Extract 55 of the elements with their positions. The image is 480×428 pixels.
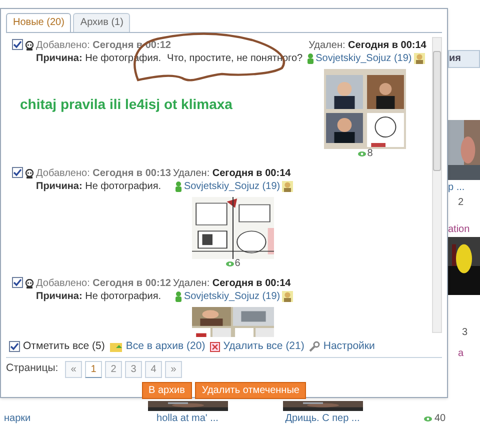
scrollbar[interactable] [432,37,442,333]
user-link[interactable]: ation [448,222,480,237]
avatar-icon [282,291,294,302]
folder-icon [110,342,123,352]
tab[interactable]: Новые (20) [6,13,72,32]
checkbox[interactable] [12,167,23,178]
delete-all-link[interactable]: Удалить все (21) [223,339,304,355]
page-button[interactable]: 3 [125,360,142,378]
pages-label: Страницы: [6,361,60,376]
page-button[interactable]: 1 [85,360,102,378]
user-link[interactable]: Sovjetskiy_Sojuz (19) [316,52,412,65]
eye-icon [226,261,234,267]
eye-icon [358,151,366,157]
robot-icon [25,40,34,50]
page-button[interactable]: 2 [105,360,122,378]
view-count: 2 [457,196,465,210]
eye-icon [424,416,432,422]
view-count: 8 [367,149,373,159]
photo-title[interactable]: а [448,346,480,361]
page-button[interactable]: « [65,360,82,378]
user-link[interactable]: Sovjetskiy_Sojuz (19) [184,180,280,193]
close-icon [210,342,220,352]
page-button[interactable]: 4 [145,360,162,378]
deleted-time: Удален: Сегодня в 00:14 [172,277,292,290]
tab[interactable]: Архив (1) [73,13,130,32]
archive-all-link[interactable]: Все в архив (20) [126,339,206,355]
user-icon [306,53,314,64]
settings-link[interactable]: Настройки [323,339,375,355]
deleted-time: Удален: Сегодня в 00:14 [172,167,292,180]
user-icon [174,181,182,192]
checkbox[interactable] [9,341,20,352]
reason-text: Причина: Не фотография. [36,290,162,303]
reason-text: Причина: Не фотография. [36,180,162,193]
robot-icon [25,168,34,178]
annotation-text: chitaj pravila ili le4isj ot klimaxa [20,95,232,114]
view-count: 6 [234,259,240,269]
deleted-time: Удален: Сегодня в 00:14 [308,39,426,52]
avatar-icon [414,53,425,64]
added-time: Добавлено: Сегодня в 00:13 [36,167,171,180]
user-icon [174,291,182,302]
robot-icon [25,278,34,288]
photo-title[interactable]: holla at ma' ... [156,411,218,426]
photo-title[interactable]: нарки [4,411,31,426]
view-count: 40 [434,412,446,426]
photo-title[interactable]: Дрищь. С пер ... [285,411,360,426]
page-button[interactable]: » [165,360,182,378]
select-all-label[interactable]: Отметить все (5) [23,339,105,355]
view-count: 3 [461,326,469,340]
tab[interactable]: ия [448,50,480,68]
photo-title[interactable]: р ... [448,180,480,195]
checkbox[interactable] [12,39,23,50]
avatar-icon [282,181,294,192]
user-link[interactable]: Sovjetskiy_Sojuz (19) [184,290,280,303]
added-time: Добавлено: Сегодня в 00:12 [36,277,171,290]
checkbox[interactable] [12,277,23,288]
